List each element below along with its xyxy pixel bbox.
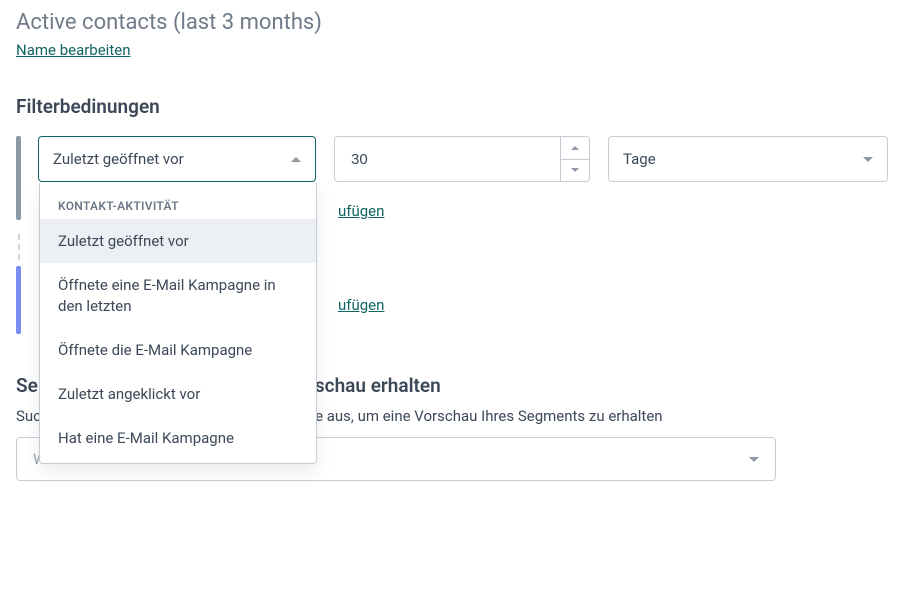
spinner-up-button[interactable] — [561, 137, 589, 159]
chevron-up-icon — [291, 157, 301, 162]
number-input[interactable] — [349, 150, 560, 169]
preview-heading-left: Se — [16, 374, 38, 397]
page-title: Active contacts (last 3 months) — [16, 10, 908, 35]
condition-select-value: Zuletzt geöffnet vor — [53, 150, 184, 168]
condition-select[interactable]: Zuletzt geöffnet vor KONTAKT-AKTIVITÄT Z… — [38, 136, 316, 182]
condition-dropdown: KONTAKT-AKTIVITÄT Zuletzt geöffnet vor Ö… — [39, 183, 317, 464]
chevron-down-icon — [749, 457, 759, 462]
chevron-down-icon — [863, 157, 873, 162]
unit-select[interactable]: Tage — [608, 136, 888, 182]
dropdown-option[interactable]: Hat eine E-Mail Kampagne — [40, 416, 316, 460]
filter-accent-bar — [16, 136, 21, 220]
filter-accent-bar — [16, 266, 21, 334]
number-spinner — [560, 137, 589, 181]
chevron-up-icon — [571, 146, 579, 150]
preview-desc-right: te aus, um eine Vorschau Ihres Segments … — [310, 407, 662, 425]
add-condition-link[interactable]: ufügen — [338, 202, 384, 220]
filter-conditions-heading: Filterbedinungen — [16, 95, 908, 118]
filter-row: Zuletzt geöffnet vor KONTAKT-AKTIVITÄT Z… — [38, 136, 908, 182]
preview-heading-right: orschau erhalten — [297, 374, 440, 397]
edit-name-link[interactable]: Name bearbeiten — [16, 41, 130, 59]
add-condition-link[interactable]: ufügen — [338, 296, 384, 314]
dropdown-option[interactable]: Öffnete eine E-Mail Kampagne in den letz… — [40, 263, 316, 328]
unit-select-value: Tage — [623, 150, 656, 168]
filter-block-1: Zuletzt geöffnet vor KONTAKT-AKTIVITÄT Z… — [16, 136, 908, 220]
dropdown-option[interactable]: Öffnete die E-Mail Kampagne — [40, 328, 316, 372]
dropdown-option[interactable]: Zuletzt angeklickt vor — [40, 372, 316, 416]
dropdown-option[interactable]: Zuletzt geöffnet vor — [40, 219, 316, 263]
condition-dropdown-list[interactable]: KONTAKT-AKTIVITÄT Zuletzt geöffnet vor Ö… — [40, 183, 316, 463]
spinner-down-button[interactable] — [561, 159, 589, 182]
dropdown-group-label: KONTAKT-AKTIVITÄT — [40, 189, 316, 219]
chevron-down-icon — [571, 168, 579, 172]
number-field[interactable] — [334, 136, 590, 182]
